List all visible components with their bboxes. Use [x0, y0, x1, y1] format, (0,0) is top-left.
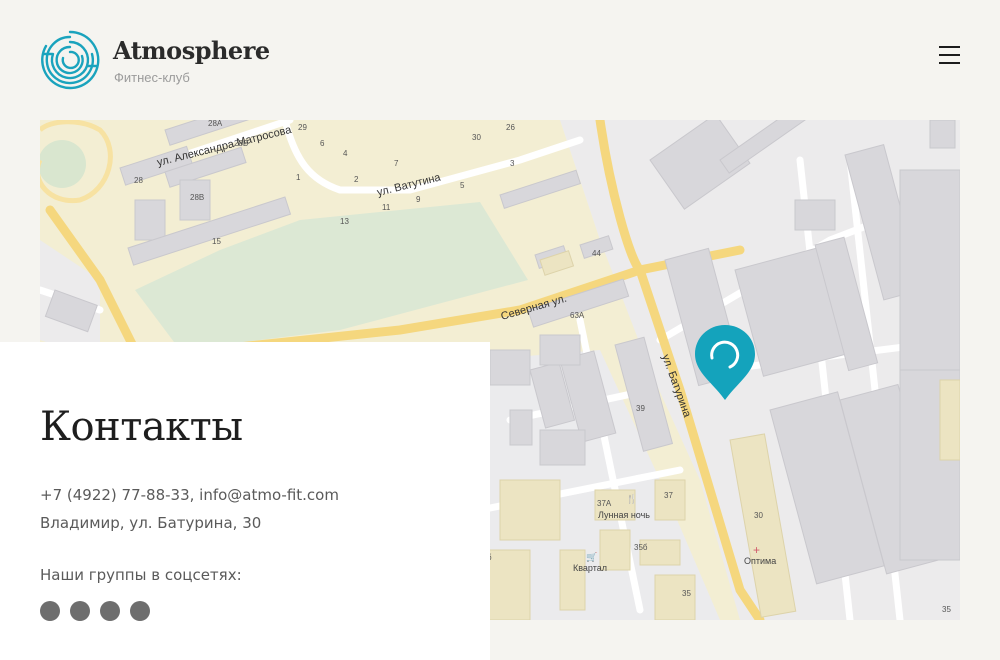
- house-number: 37: [664, 491, 673, 500]
- house-number: 5: [460, 181, 465, 190]
- hamburger-menu-icon[interactable]: [939, 44, 961, 68]
- social-link-4[interactable]: [130, 601, 150, 621]
- house-number: 2: [354, 175, 359, 184]
- atmosphere-logo-icon[interactable]: [40, 30, 100, 90]
- house-number: 37А: [597, 499, 612, 508]
- house-number: 13: [340, 217, 349, 226]
- house-number: 30: [472, 133, 481, 142]
- contacts-title: Контакты: [40, 404, 243, 450]
- poi-kvartal: Квартал: [573, 563, 607, 573]
- social-links: [40, 601, 160, 625]
- house-number: 3: [510, 159, 515, 168]
- house-number: 28В: [190, 193, 204, 202]
- address-text: Владимир, ул. Батурина, 30: [40, 514, 262, 532]
- phone-email-text[interactable]: +7 (4922) 77-88-33, info@atmo-fit.com: [40, 486, 339, 504]
- house-number: 28Б: [234, 139, 248, 148]
- house-number: 35: [942, 605, 951, 614]
- house-number: 35: [682, 589, 691, 598]
- house-number: 15: [212, 237, 221, 246]
- restaurant-icon: 🍴: [626, 493, 637, 505]
- house-number: 28: [134, 176, 143, 185]
- brand-subtitle: Фитнес-клуб: [114, 70, 190, 85]
- site-header: Atmosphere Фитнес-клуб: [0, 0, 1000, 120]
- house-number: 4: [343, 149, 348, 158]
- pharmacy-icon: +: [753, 543, 760, 557]
- poi-lunnaya: Лунная ночь: [598, 510, 650, 520]
- social-heading: Наши группы в соцсетях:: [40, 566, 242, 584]
- house-number: 28А: [208, 120, 223, 128]
- house-number: 26: [506, 123, 515, 132]
- house-number: 9: [416, 195, 421, 204]
- house-number: 39: [636, 404, 645, 413]
- house-number: 35б: [634, 543, 648, 552]
- social-link-2[interactable]: [70, 601, 90, 621]
- shop-icon: 🛒: [586, 551, 597, 562]
- brand-name[interactable]: Atmosphere: [113, 36, 270, 65]
- house-number: 7: [394, 159, 399, 168]
- poi-optima: Оптима: [744, 556, 776, 566]
- house-number: 29: [298, 123, 307, 132]
- house-number: 44: [592, 249, 601, 258]
- house-number: 1: [296, 173, 301, 182]
- house-number: 11: [382, 203, 391, 212]
- social-link-1[interactable]: [40, 601, 60, 621]
- house-number: 6: [320, 139, 325, 148]
- house-number: 30: [754, 511, 763, 520]
- contacts-card: Контакты +7 (4922) 77-88-33, info@atmo-f…: [0, 342, 490, 660]
- house-number: 63А: [570, 311, 585, 320]
- social-link-3[interactable]: [100, 601, 120, 621]
